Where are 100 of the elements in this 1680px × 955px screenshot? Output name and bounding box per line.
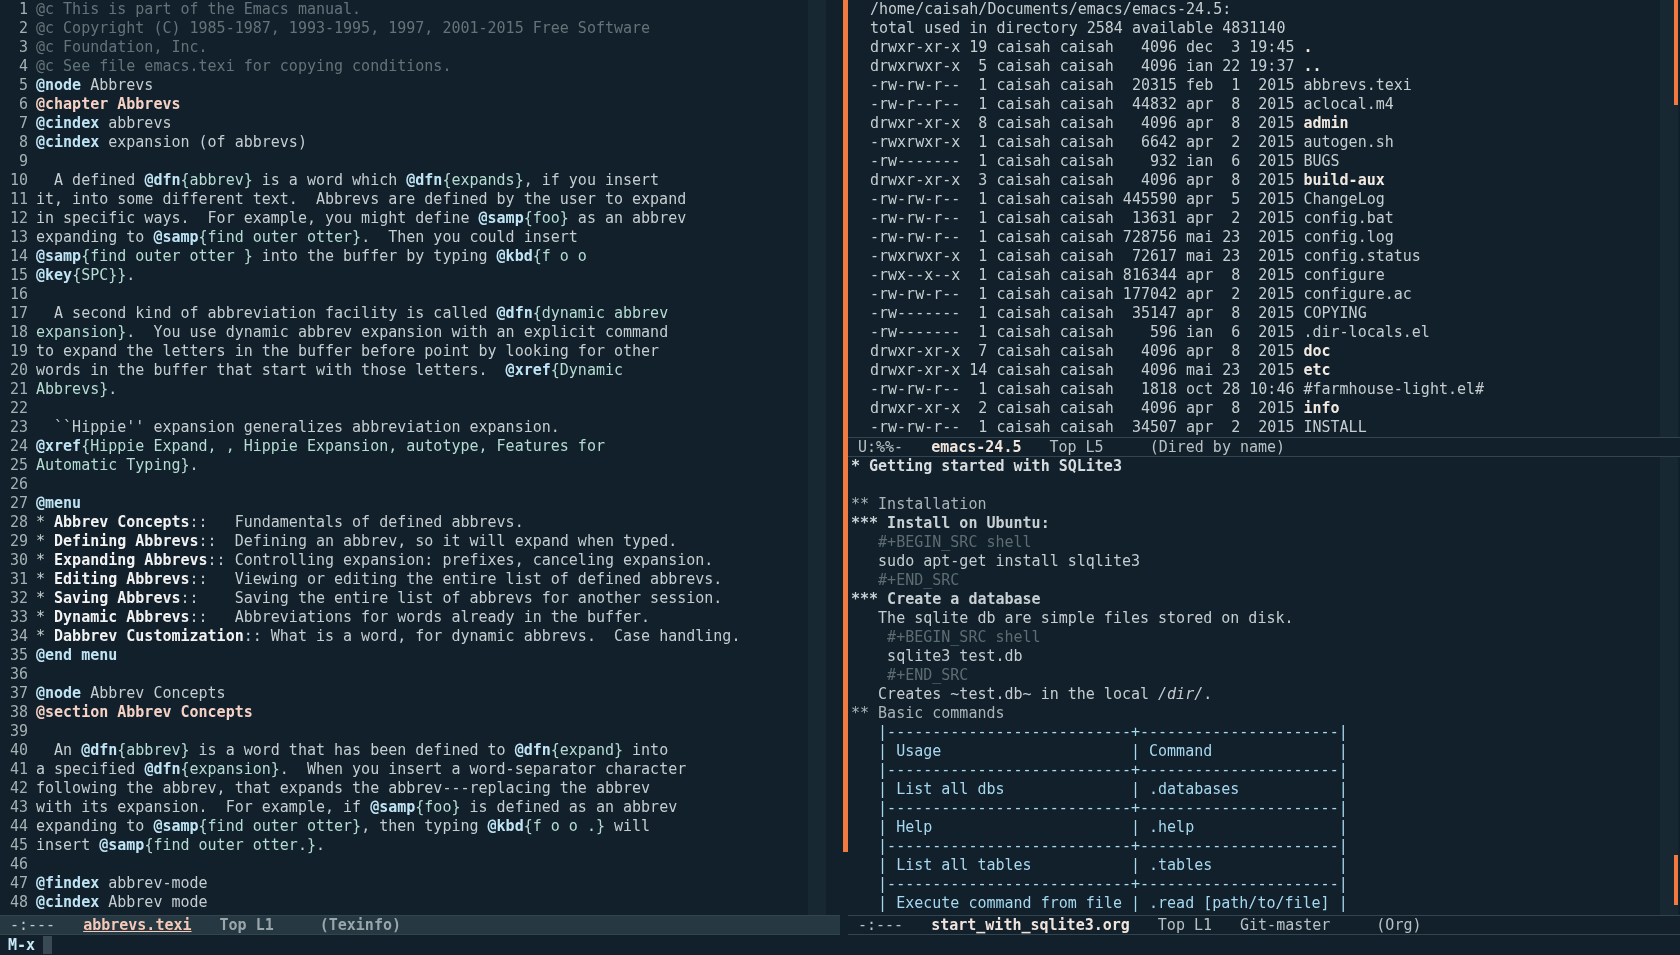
major-mode: (Dired by name) bbox=[1149, 438, 1286, 456]
file-details: -rwx--x--x 1 caisah caisah 816344 apr 8 2015 bbox=[870, 266, 1295, 285]
file-name[interactable]: doc bbox=[1303, 342, 1331, 361]
file-name[interactable]: #farmhouse-light.el# bbox=[1303, 380, 1485, 399]
org-block-marker: #+END_SRC bbox=[877, 571, 960, 590]
line-number: 38 bbox=[8, 703, 28, 722]
scroll-thumb[interactable] bbox=[1674, 0, 1678, 105]
code-line: * Dabbrev Customization:: What is a word, for dynamic abbrevs. Case handling. bbox=[36, 627, 741, 646]
line-number: 20 bbox=[8, 361, 28, 380]
line-number: 48 bbox=[8, 893, 28, 912]
mode-line-status: -:--- bbox=[10, 916, 56, 934]
file-name[interactable]: ChangeLog bbox=[1303, 190, 1385, 209]
line-number: 28 bbox=[8, 513, 28, 532]
code-line: @key{SPC}}. bbox=[36, 266, 136, 285]
line-number: 42 bbox=[8, 779, 28, 798]
org-block-marker: #+END_SRC bbox=[886, 666, 969, 685]
file-name[interactable]: config.log bbox=[1303, 228, 1394, 247]
scroll-thumb[interactable] bbox=[1674, 855, 1678, 905]
code-line: @c Foundation, Inc. bbox=[36, 38, 208, 57]
scroll-bar[interactable] bbox=[1660, 457, 1678, 915]
org-table-row-text: | Execute command from file | .read [path/to/file] | bbox=[877, 894, 1348, 913]
code-line: Automatic Typing}. bbox=[36, 456, 199, 475]
cursor-position: Top L1 bbox=[1157, 916, 1213, 934]
line-number: 33 bbox=[8, 608, 28, 627]
org-table-row-text: |---------------------------+----------------------| bbox=[877, 837, 1348, 856]
file-details: -rw-rw-r-- 1 caisah caisah 13631 apr 2 2015 bbox=[870, 209, 1295, 228]
org-text: sudo apt-get install slqlite3 bbox=[877, 552, 1140, 571]
file-name[interactable]: admin bbox=[1303, 114, 1349, 133]
file-name[interactable]: build-aux bbox=[1303, 171, 1385, 190]
code-line: @samp{find outer otter } into the buffer by typing @kbd{f o o bbox=[36, 247, 587, 266]
file-name[interactable]: .. bbox=[1303, 57, 1322, 76]
file-name[interactable]: .dir-locals.el bbox=[1303, 323, 1430, 342]
code-line: @end menu bbox=[36, 646, 118, 665]
line-number: 8 bbox=[17, 133, 28, 152]
line-number: 1 bbox=[17, 0, 28, 19]
file-name[interactable]: info bbox=[1303, 399, 1340, 418]
line-number: 24 bbox=[8, 437, 28, 456]
file-name[interactable]: INSTALL bbox=[1303, 418, 1367, 437]
code-line: @cindex Abbrev mode bbox=[36, 893, 208, 912]
code-line: A second kind of abbreviation facility is called @dfn{dynamic abbrev bbox=[53, 304, 669, 323]
code-line: a specified @dfn{expansion}. When you insert a word-separator character bbox=[36, 760, 687, 779]
minibuffer-prompt: M-x bbox=[8, 935, 36, 955]
file-details: -rw------- 1 caisah caisah 596 ian 6 2015 bbox=[870, 323, 1295, 342]
file-name[interactable]: configure bbox=[1303, 266, 1385, 285]
file-name[interactable]: abbrevs.texi bbox=[1303, 76, 1412, 95]
org-block-marker: #+BEGIN_SRC shell bbox=[886, 628, 1041, 647]
line-number: 39 bbox=[8, 722, 28, 741]
file-name[interactable]: COPYING bbox=[1303, 304, 1367, 323]
org-table-row-text: |---------------------------+----------------------| bbox=[877, 723, 1348, 742]
file-name[interactable]: aclocal.m4 bbox=[1303, 95, 1394, 114]
code-line: expansion}. You use dynamic abbrev expansion with an explicit command bbox=[36, 323, 669, 342]
line-number: 47 bbox=[8, 874, 28, 893]
file-name[interactable]: autogen.sh bbox=[1303, 133, 1394, 152]
file-details: drwxr-xr-x 14 caisah caisah 4096 mai 23 2015 bbox=[870, 361, 1295, 380]
org-table-row-text: | Help | .help | bbox=[877, 818, 1348, 837]
line-number: 19 bbox=[8, 342, 28, 361]
line-number: 32 bbox=[8, 589, 28, 608]
line-number: 16 bbox=[8, 285, 28, 304]
code-line: A defined @dfn{abbrev} is a word which @dfn{expands}, if you insert bbox=[53, 171, 660, 190]
line-number: 4 bbox=[17, 57, 28, 76]
org-table-row-text: |---------------------------+----------------------| bbox=[877, 875, 1348, 894]
code-line: with its expansion. For example, if @samp{foo} is defined as an abbrev bbox=[36, 798, 678, 817]
scroll-bar[interactable] bbox=[1660, 0, 1678, 437]
org-heading: ** Basic commands bbox=[851, 704, 1005, 723]
file-name[interactable]: config.status bbox=[1303, 247, 1421, 266]
file-name[interactable]: configure.ac bbox=[1303, 285, 1412, 304]
code-line: * Saving Abbrevs:: Saving the entire list of abbrevs for another session. bbox=[36, 589, 723, 608]
code-line: * Abbrev Concepts:: Fundamentals of defined abbrevs. bbox=[36, 513, 524, 532]
org-table-row-text: |---------------------------+----------------------| bbox=[877, 799, 1348, 818]
mode-line-status: -:--- bbox=[858, 916, 904, 934]
scroll-bar[interactable] bbox=[808, 0, 826, 915]
code-line: @c Copyright (C) 1985-1987, 1993-1995, 1997, 2001-2015 Free Software bbox=[36, 19, 651, 38]
buffer-name: abbrevs.texi bbox=[83, 916, 192, 934]
line-number: 11 bbox=[8, 190, 28, 209]
org-heading: *** Create a database bbox=[851, 590, 1041, 609]
line-number: 2 bbox=[17, 19, 28, 38]
file-details: -rw-rw-r-- 1 caisah caisah 34507 apr 2 2015 bbox=[870, 418, 1295, 437]
file-name[interactable]: BUGS bbox=[1303, 152, 1340, 171]
vc-branch: Git-master bbox=[1240, 916, 1331, 934]
line-number: 3 bbox=[17, 38, 28, 57]
line-number: 21 bbox=[8, 380, 28, 399]
code-line: in specific ways. For example, you might define @samp{foo} as an abbrev bbox=[36, 209, 687, 228]
file-name[interactable]: etc bbox=[1303, 361, 1331, 380]
line-number: 27 bbox=[8, 494, 28, 513]
code-line: * Dynamic Abbrevs:: Abbreviations for words already in the buffer. bbox=[36, 608, 651, 627]
file-name[interactable]: config.bat bbox=[1303, 209, 1394, 228]
org-text: The sqlite db are simple files stored on disk. bbox=[877, 609, 1294, 628]
file-details: drwxr-xr-x 3 caisah caisah 4096 apr 8 2015 bbox=[870, 171, 1295, 190]
code-line: @cindex expansion (of abbrevs) bbox=[36, 133, 307, 152]
file-details: -rw-rw-r-- 1 caisah caisah 728756 mai 23 2015 bbox=[870, 228, 1295, 247]
line-number: 9 bbox=[17, 152, 28, 171]
org-table-row-text: | Usage | Command | bbox=[877, 742, 1348, 761]
code-line: @node Abbrevs bbox=[36, 76, 154, 95]
line-number: 37 bbox=[8, 684, 28, 703]
file-name[interactable]: . bbox=[1303, 38, 1313, 57]
code-line: insert @samp{find outer otter.}. bbox=[36, 836, 325, 855]
file-details: drwxr-xr-x 7 caisah caisah 4096 apr 8 2015 bbox=[870, 342, 1295, 361]
code-line: following the abbrev, that expands the abbrev---replacing the abbrev bbox=[36, 779, 651, 798]
code-line: @c This is part of the Emacs manual. bbox=[36, 0, 362, 19]
code-line: An @dfn{abbrev} is a word that has been defined to @dfn{expand} into bbox=[53, 741, 669, 760]
